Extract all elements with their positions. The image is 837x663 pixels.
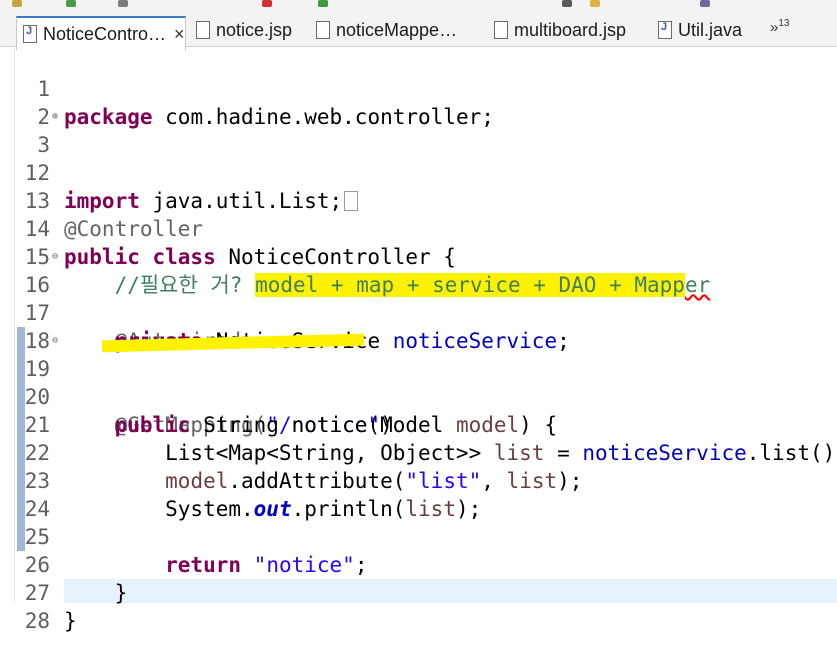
open-icon[interactable] bbox=[562, 0, 572, 7]
java-file-icon bbox=[23, 25, 37, 43]
overflow-count: 13 bbox=[778, 18, 790, 29]
toolbar bbox=[0, 0, 837, 10]
build-icon[interactable] bbox=[12, 0, 22, 7]
line-number: 28 bbox=[24, 609, 50, 633]
tab-overflow-button[interactable]: »13 bbox=[770, 18, 789, 36]
tab-label: Util.java bbox=[678, 19, 743, 40]
task-icon[interactable] bbox=[590, 0, 600, 7]
debug-icon[interactable] bbox=[66, 0, 76, 7]
tab-multiboard-jsp[interactable]: multiboard.jsp bbox=[488, 14, 638, 46]
code-line: 27 } bbox=[0, 551, 837, 633]
settings-icon[interactable] bbox=[700, 0, 710, 7]
code-line: 26 } bbox=[0, 523, 837, 605]
tab-notice-controller[interactable]: NoticeContro… × bbox=[16, 16, 186, 50]
code-line: 23 System.out.println(list); bbox=[0, 439, 837, 521]
jsp-file-icon bbox=[494, 21, 508, 39]
editor-tab-bar: NoticeContro… × notice.jsp noticeMappe… … bbox=[0, 10, 837, 50]
code-editor[interactable]: 1 package com.hadine.web.controller; 2 3… bbox=[0, 47, 837, 633]
code-line: 18 bbox=[0, 299, 837, 353]
collapse-fold-icon[interactable]: ⊖ bbox=[52, 243, 58, 271]
tab-label: noticeMappe… bbox=[336, 19, 458, 40]
code-line: 12 bbox=[0, 131, 837, 185]
collapse-fold-icon[interactable]: ⊖ bbox=[52, 327, 58, 355]
code-line: 17 private NoticeService noticeService; bbox=[0, 271, 837, 353]
code-line: 22 model.addAttribute("list", list); bbox=[0, 411, 837, 493]
xml-file-icon bbox=[316, 21, 330, 39]
tab-label: multiboard.jsp bbox=[514, 19, 627, 40]
code-line: 1 package com.hadine.web.controller; bbox=[0, 47, 837, 129]
code-line: 3 ⊕ import java.util.List; bbox=[0, 103, 837, 213]
code-line: 14 public class NoticeController { bbox=[0, 187, 837, 269]
java-file-icon bbox=[658, 21, 672, 39]
code-line: 13 @Controller bbox=[0, 159, 837, 241]
code-line: 2 bbox=[0, 75, 837, 129]
tab-notice-jsp[interactable]: notice.jsp bbox=[190, 14, 300, 46]
tab-label: notice.jsp bbox=[216, 19, 293, 40]
run-icon[interactable] bbox=[118, 0, 128, 7]
code-line: 25 return "notice"; bbox=[0, 495, 837, 577]
code-line: 21 List<Map<String, Object>> list = noti… bbox=[0, 383, 837, 465]
close-icon[interactable]: × bbox=[174, 24, 185, 45]
jsp-file-icon bbox=[196, 21, 210, 39]
code-line: 15 //필요한 거? model + map + service + DAO … bbox=[0, 215, 837, 297]
stop-icon[interactable] bbox=[262, 0, 272, 7]
code-line: 16 ⊖ @Autowired bbox=[0, 243, 837, 353]
expand-fold-icon[interactable]: ⊕ bbox=[52, 103, 58, 131]
code-line: 20 public String notice(Model model) { bbox=[0, 355, 837, 437]
tab-notice-mapper[interactable]: noticeMappe… bbox=[310, 14, 470, 46]
code-line: 28 bbox=[0, 579, 837, 633]
tab-label: NoticeContro… bbox=[43, 23, 167, 44]
search-icon[interactable] bbox=[318, 0, 328, 7]
code-line: 19 ⊖ @GetMapping("/notice") bbox=[0, 327, 837, 437]
tab-util-java[interactable]: Util.java bbox=[652, 14, 752, 46]
code-line: 24 bbox=[0, 467, 837, 521]
